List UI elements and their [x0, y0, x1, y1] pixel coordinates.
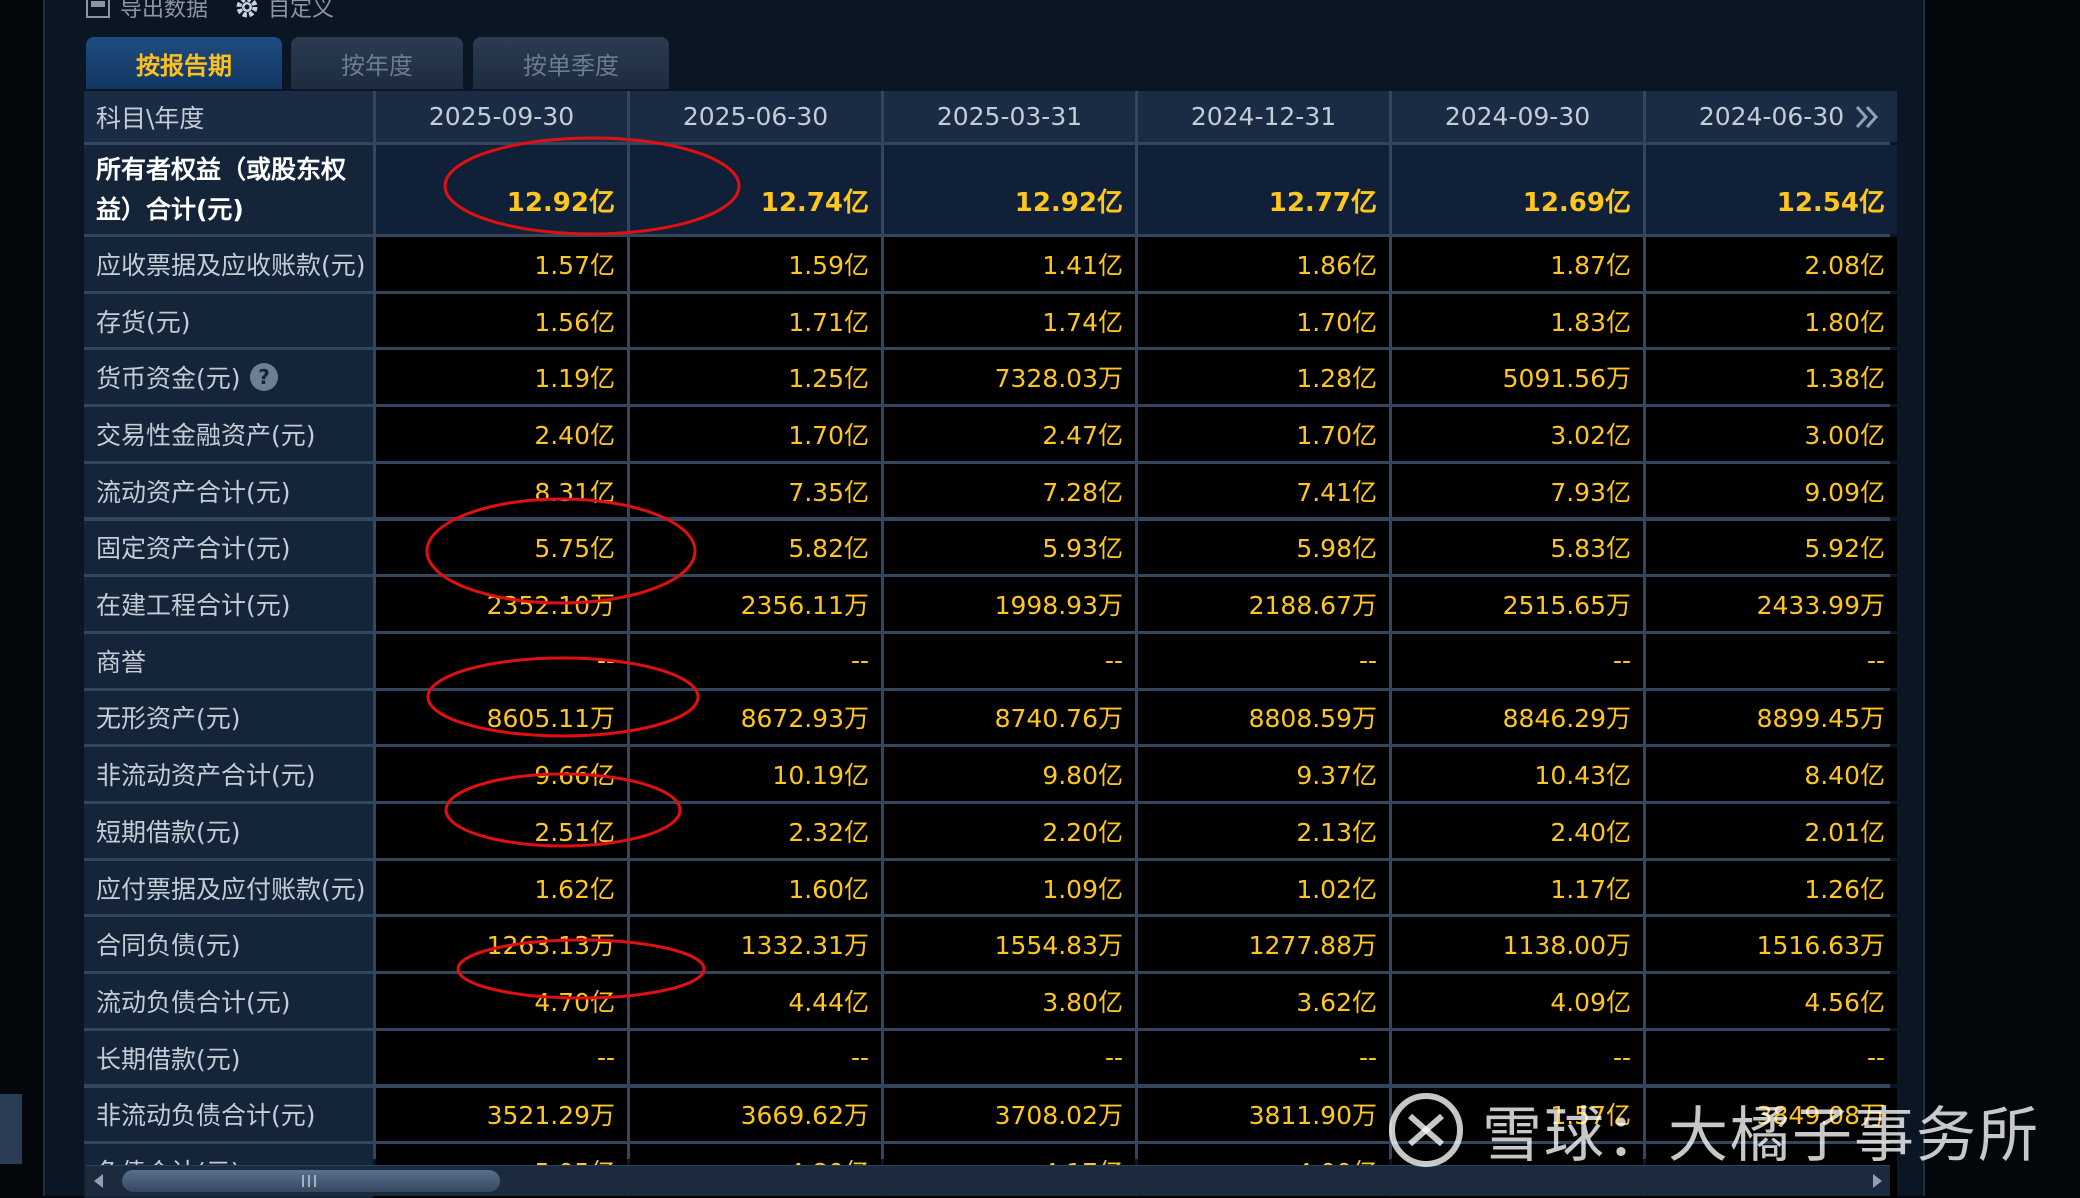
- watermark-text: 雪球：大橘子事务所: [1482, 1100, 2040, 1171]
- annotation-circle-short-term-loans: [444, 772, 682, 848]
- snowball-logo-icon: [1389, 1093, 1463, 1167]
- annotation-circle-current-liabilities: [456, 938, 706, 1000]
- annotation-circle-fixed-assets: [425, 497, 697, 605]
- annotation-circle-intangible-assets: [426, 656, 700, 738]
- watermark: 雪球：大橘子事务所: [1388, 1090, 2040, 1171]
- hand-drawn-annotations: [425, 136, 741, 1000]
- annotation-circle-equity: [443, 136, 741, 236]
